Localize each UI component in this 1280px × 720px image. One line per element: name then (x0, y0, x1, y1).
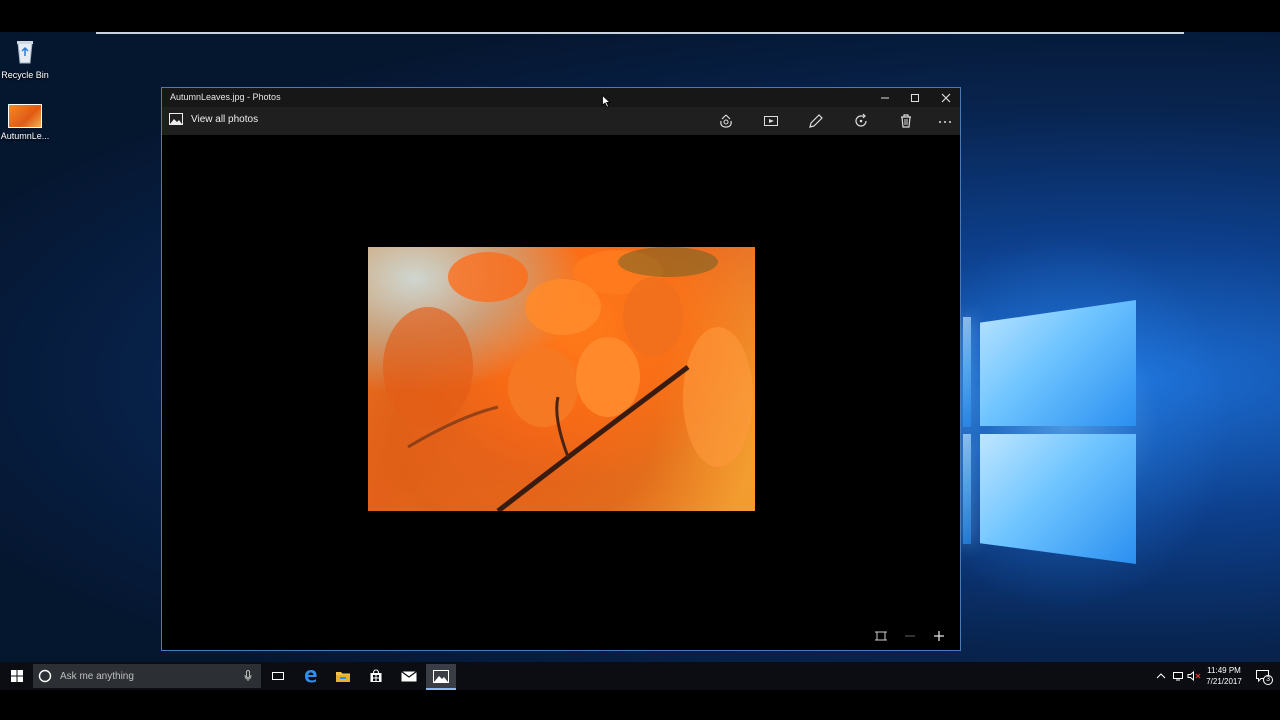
volume-muted-icon (1187, 671, 1201, 681)
minimize-icon (881, 97, 889, 98)
minimize-button[interactable] (870, 88, 900, 107)
desktop-icon-label: Recycle Bin (1, 70, 49, 80)
edge-button[interactable] (296, 664, 326, 688)
desktop-icon-recycle-bin[interactable]: Recycle Bin (0, 37, 55, 80)
window-title: AutumnLeaves.jpg - Photos (170, 92, 281, 102)
photos-icon (433, 669, 449, 683)
close-icon (941, 93, 951, 102)
system-clock[interactable]: 11:49 PM 7/21/2017 (1200, 665, 1248, 687)
clock-time: 11:49 PM (1207, 666, 1241, 675)
share-icon (720, 114, 732, 128)
photos-button[interactable] (426, 664, 456, 690)
maximize-icon (911, 93, 919, 102)
action-center-button[interactable]: 3 (1248, 664, 1278, 688)
file-explorer-icon (336, 671, 350, 682)
screen-divider (96, 32, 1184, 34)
more-icon (939, 121, 951, 123)
maximize-button[interactable] (900, 88, 930, 107)
recycle-bin-icon (0, 37, 55, 67)
cortana-search-box[interactable]: Ask me anything (33, 664, 261, 688)
delete-icon (901, 114, 911, 128)
clock-date: 7/21/2017 (1206, 677, 1242, 686)
taskbar: Ask me anything 11:49 PM 7/21/2017 3 (0, 662, 1280, 690)
close-button[interactable] (931, 88, 961, 107)
fit-to-window-icon (875, 631, 887, 641)
file-explorer-button[interactable] (328, 664, 358, 688)
slideshow-button[interactable] (762, 112, 780, 130)
photo-detail (383, 247, 753, 511)
cortana-icon (38, 669, 52, 683)
task-view-icon (272, 672, 284, 680)
edge-icon (305, 670, 317, 683)
task-view-button[interactable] (263, 664, 293, 688)
fit-to-window-button[interactable] (871, 627, 891, 645)
desktop-icon-label: AutumnLe... (0, 131, 50, 141)
edit-button[interactable] (807, 112, 825, 130)
notification-count-badge: 3 (1263, 675, 1273, 685)
store-button[interactable] (361, 664, 391, 688)
edit-pencil-icon (809, 114, 823, 128)
start-button[interactable] (2, 664, 32, 688)
microphone-icon[interactable] (243, 670, 253, 682)
mail-button[interactable] (394, 664, 424, 688)
zoom-in-icon (934, 631, 944, 641)
windows-logo-icon (11, 670, 23, 682)
chevron-up-icon (1156, 673, 1166, 679)
wallpaper-logo-pane (963, 434, 971, 544)
view-all-photos-label: View all photos (191, 113, 259, 125)
slideshow-icon (764, 116, 778, 126)
mail-icon (401, 671, 417, 682)
zoom-in-button[interactable] (929, 627, 949, 645)
more-button[interactable] (936, 112, 954, 130)
toolbar: View all photos (162, 107, 960, 135)
autumn-leaves-photo (368, 247, 755, 511)
gallery-icon (169, 113, 183, 125)
rotate-icon (855, 113, 867, 127)
zoom-out-icon (905, 635, 915, 637)
wallpaper-logo-pane (980, 434, 1136, 564)
store-icon (370, 669, 382, 682)
network-icon (1173, 672, 1183, 681)
view-all-photos-button[interactable]: View all photos (169, 113, 258, 125)
desktop-icon-autumnleaves[interactable]: AutumnLe... (0, 104, 55, 141)
image-file-icon (8, 104, 42, 128)
wallpaper-logo-pane (963, 317, 971, 427)
share-button[interactable] (717, 112, 735, 130)
photos-window: AutumnLeaves.jpg - Photos View all photo… (161, 87, 961, 651)
search-placeholder: Ask me anything (60, 670, 134, 682)
rotate-button[interactable] (852, 112, 870, 130)
title-bar[interactable]: AutumnLeaves.jpg - Photos (162, 88, 960, 107)
delete-button[interactable] (897, 112, 915, 130)
zoom-out-button[interactable] (900, 627, 920, 645)
mouse-cursor-icon (602, 95, 611, 108)
